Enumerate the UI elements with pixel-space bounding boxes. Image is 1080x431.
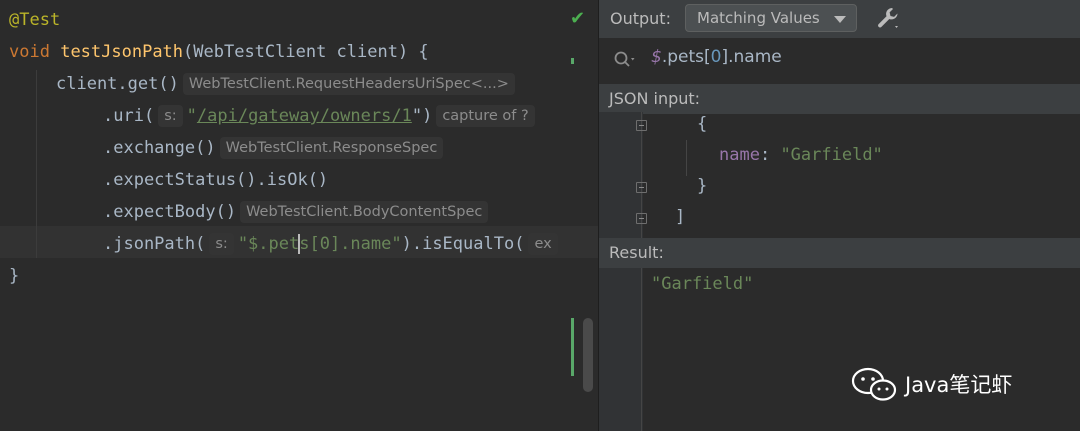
query-segment: ].name — [721, 47, 782, 67]
annotation: @Test — [9, 10, 61, 30]
output-mode-value: Matching Values — [697, 9, 820, 27]
json-brace: } — [697, 176, 708, 196]
type-hint: WebTestClient.ResponseSpec — [219, 137, 444, 159]
json-colon: : — [759, 145, 781, 165]
code-text: ).isEqualTo( — [401, 234, 525, 254]
gutter-border — [641, 268, 642, 431]
search-icon[interactable] — [613, 49, 639, 71]
code-line-4[interactable]: .uri(s: "/api/gateway/owners/1") capture o… — [103, 100, 539, 132]
fold-icon[interactable] — [636, 213, 647, 224]
code-text: ") — [411, 106, 433, 126]
indent-guide — [36, 70, 37, 258]
result-gutter — [599, 268, 643, 431]
result-value[interactable]: "Garfield" — [651, 274, 753, 294]
indent-guide — [686, 140, 687, 176]
url-string-link[interactable]: /api/gateway/owners/1 — [197, 106, 412, 126]
code-line-8[interactable]: .jsonPath(s: "$.pets[0].name").isEqualTo(… — [103, 228, 562, 260]
code-text: client.get() — [56, 74, 179, 94]
wechat-icon — [851, 367, 897, 401]
result-label: Result: — [609, 243, 664, 262]
chevron-down-icon — [834, 16, 846, 23]
json-line[interactable]: { — [697, 114, 707, 134]
parameter-hint: s: — [158, 105, 183, 127]
json-line[interactable]: ] — [675, 207, 685, 227]
watermark-text: Java笔记虾 — [905, 373, 1013, 397]
query-root: $ — [651, 47, 662, 67]
jsonpath-query-field[interactable]: $.pets[0].name — [599, 38, 1080, 82]
vertical-scrollbar[interactable] — [583, 318, 593, 392]
code-text: .exchange() — [103, 138, 216, 158]
json-brace: { — [697, 114, 708, 134]
method-name: testJsonPath — [60, 42, 184, 62]
code-line-6[interactable]: .expectStatus().isOk() — [103, 164, 328, 196]
code-line-9[interactable]: } — [9, 260, 19, 292]
code-text: .uri( — [103, 106, 155, 126]
json-bracket: ] — [675, 207, 686, 227]
string-quote: " — [186, 106, 197, 126]
type-hint: capture of ? — [436, 105, 535, 127]
type-hint: WebTestClient.RequestHeadersUriSpec<...> — [182, 73, 515, 95]
keyword-void: void — [9, 42, 50, 62]
checkmark-icon: ✔ — [570, 8, 586, 29]
type-hint: WebTestClient.BodyContentSpec — [240, 201, 489, 223]
json-input-label: JSON input: — [609, 89, 701, 108]
query-segment: .pets[ — [661, 47, 711, 67]
fold-icon[interactable] — [636, 182, 647, 193]
code-line-7[interactable]: .expectBody() WebTestClient.BodyContentSp… — [103, 196, 492, 228]
code-editor[interactable]: @Test void testJsonPath(WebTestClient cl… — [0, 0, 598, 431]
json-key: name — [719, 145, 760, 165]
code-text: } — [9, 266, 20, 286]
output-mode-select[interactable]: Matching Values — [685, 4, 857, 32]
jsonpath-string: "$.pet — [237, 234, 300, 254]
string-quote: " — [391, 234, 402, 254]
gutter-change-marker — [571, 58, 574, 64]
result-header: Result: — [599, 238, 1080, 268]
json-value: "Garfield" — [780, 145, 883, 165]
method-params: (WebTestClient client) { — [183, 42, 429, 62]
wrench-icon[interactable] — [875, 5, 901, 31]
jsonpath-evaluator-panel: Output: Matching Values $.pets[0].name J… — [598, 0, 1080, 431]
output-label: Output: — [610, 9, 671, 28]
gutter-change-marker — [571, 318, 574, 376]
jsonpath-string: s[0].name — [299, 234, 392, 254]
code-text: .expectStatus().isOk() — [103, 170, 329, 190]
jsonpath-query-text[interactable]: $.pets[0].name — [651, 47, 782, 67]
parameter-hint: s: — [209, 233, 234, 255]
code-text: .jsonPath( — [103, 234, 206, 254]
query-index: 0 — [710, 47, 722, 67]
code-line-1[interactable]: @Test — [9, 4, 60, 36]
parameter-hint: ex — [528, 233, 558, 255]
panel-toolbar: Output: Matching Values — [599, 0, 1080, 38]
code-line-5[interactable]: .exchange() WebTestClient.ResponseSpec — [103, 132, 447, 164]
json-input-header: JSON input: — [599, 84, 1080, 114]
fold-icon[interactable] — [636, 120, 647, 131]
json-line[interactable]: } — [697, 176, 707, 196]
code-text: .expectBody() — [103, 202, 237, 222]
code-line-3[interactable]: client.get() WebTestClient.RequestHeaders… — [56, 68, 519, 100]
json-line[interactable]: name: "Garfield" — [719, 145, 883, 165]
code-line-2[interactable]: void testJsonPath(WebTestClient client) … — [9, 36, 429, 68]
